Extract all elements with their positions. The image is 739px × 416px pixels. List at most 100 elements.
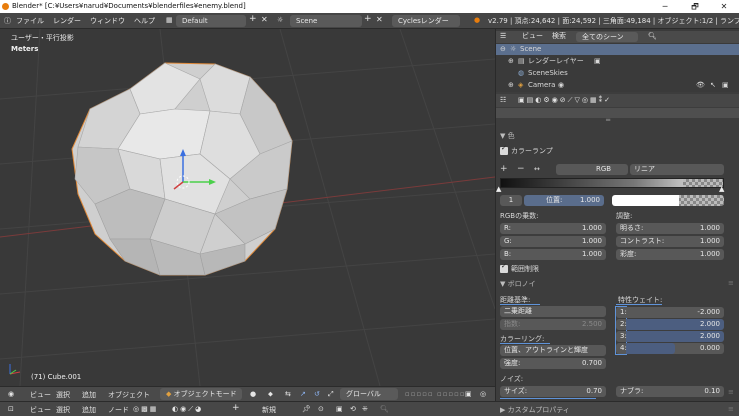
snap-node-icon[interactable]: ⁜ bbox=[362, 405, 368, 413]
ramp-stop-left[interactable]: ▲ bbox=[496, 185, 501, 193]
clamp-checkbox[interactable]: 範囲制限 bbox=[500, 262, 539, 274]
menu-window[interactable]: ウィンドウ bbox=[90, 16, 125, 26]
scale-icon[interactable]: ⤢ bbox=[328, 390, 334, 399]
size-field[interactable]: サイズ: 0.70 bbox=[500, 386, 606, 397]
ramp-remove-button[interactable]: − bbox=[517, 164, 525, 174]
outliner-search-menu[interactable]: 検索 bbox=[552, 31, 566, 42]
ramp-interp-select[interactable]: リニア bbox=[630, 164, 724, 175]
node-menu-add[interactable]: 追加 bbox=[82, 405, 96, 415]
outliner-filter-select[interactable]: 全てのシーン bbox=[576, 32, 638, 42]
scene-icon[interactable]: ☼ bbox=[277, 16, 283, 24]
stop-index-field[interactable]: 1 bbox=[500, 195, 522, 206]
select-arrow-icon[interactable]: ↖ bbox=[710, 80, 716, 91]
layout-field[interactable]: Default bbox=[176, 15, 246, 27]
close-button[interactable]: ✕ bbox=[709, 0, 739, 13]
ramp-add-button[interactable]: + bbox=[500, 164, 508, 174]
panel-grip-icon[interactable]: ≡ bbox=[728, 388, 734, 396]
menu-render[interactable]: レンダー bbox=[53, 16, 81, 26]
menu-file[interactable]: ファイル bbox=[16, 16, 44, 26]
outliner-item-scene[interactable]: ⊖ ☼ Scene bbox=[496, 44, 739, 55]
add-layout-button[interactable]: + bbox=[249, 14, 257, 24]
editor-type-icon[interactable]: ◉ bbox=[8, 390, 14, 398]
link-icon[interactable]: ⟲ bbox=[350, 405, 356, 413]
coloring-select[interactable]: 位置、アウトラインと輝度 bbox=[500, 345, 606, 356]
distance-select[interactable]: 二乗距離 bbox=[500, 306, 606, 317]
layout-icon[interactable]: ▦ bbox=[166, 16, 173, 24]
orientation-select[interactable]: グローバル bbox=[340, 388, 398, 400]
position-field[interactable]: 位置: 1.000 bbox=[524, 195, 604, 206]
context-tabs-icons[interactable]: ▣▤◐⚙◉⊘⟋▽◎▦⁑✓ bbox=[518, 95, 612, 106]
ramp-flip-button[interactable]: ↔ bbox=[534, 165, 540, 173]
exponent-field[interactable]: 指数: 2.500 bbox=[500, 319, 606, 330]
expand-icon[interactable]: ⊕ bbox=[508, 56, 514, 67]
shader-type-icons[interactable]: ◐◉⟋◕ bbox=[172, 405, 203, 414]
outliner-view-menu[interactable]: ビュー bbox=[522, 31, 543, 42]
translate-icon[interactable]: ↗ bbox=[300, 390, 306, 398]
brightness-field[interactable]: 明るさ: 1.000 bbox=[616, 223, 724, 234]
feature-weight-1-field[interactable]: 1: -2.000 bbox=[616, 307, 724, 318]
contrast-field[interactable]: コントラスト: 1.000 bbox=[616, 236, 724, 247]
panel-grip-icon[interactable]: ≡ bbox=[728, 405, 734, 413]
remove-layout-button[interactable]: ✕ bbox=[261, 15, 268, 24]
menu-select[interactable]: 選択 bbox=[56, 390, 70, 400]
node-menu-view[interactable]: ビュー bbox=[30, 405, 51, 415]
intensity-field[interactable]: 強度: 0.700 bbox=[500, 358, 606, 369]
outliner-item-sceneskies[interactable]: ◍ SceneSkies bbox=[496, 68, 739, 79]
minimize-button[interactable]: ─ bbox=[650, 0, 680, 13]
mode-select[interactable]: ◆ オブジェクトモード bbox=[160, 388, 242, 400]
maximize-button[interactable]: 🗗 bbox=[680, 0, 710, 13]
stop-color-swatch[interactable] bbox=[612, 195, 724, 206]
pin-icon[interactable]: 📌︎ bbox=[302, 405, 311, 413]
menu-view[interactable]: ビュー bbox=[30, 390, 51, 400]
layers-grid[interactable]: ▫▫▫▫▫ ▫▫▫▫▫ bbox=[405, 390, 466, 398]
r-field[interactable]: R: 1.000 bbox=[500, 223, 606, 234]
new-texture-button[interactable]: 新規 bbox=[262, 405, 276, 415]
editor-type-icon[interactable]: ⓘ bbox=[4, 16, 11, 26]
feature-weight-3-field[interactable]: 3: 2.000 bbox=[616, 331, 724, 342]
viewport-canvas[interactable] bbox=[0, 29, 495, 386]
outliner-item-render-layers[interactable]: ⊕ ▤ レンダーレイヤー ▣ bbox=[496, 56, 739, 67]
pivot-icon[interactable]: ⬥ bbox=[268, 390, 273, 399]
node-menu-select[interactable]: 選択 bbox=[56, 405, 70, 415]
backdrop-icon[interactable]: ▣ bbox=[336, 405, 343, 413]
3d-viewport[interactable]: ユーザー・平行投影 Meters (71) Cube.001 bbox=[0, 29, 495, 386]
feature-weight-4-field[interactable]: 4: 0.000 bbox=[616, 343, 724, 354]
snap-icon[interactable]: ⊙ bbox=[318, 405, 324, 413]
expand-icon[interactable]: ⊕ bbox=[508, 80, 514, 91]
nabla-field[interactable]: ナブラ: 0.10 bbox=[616, 386, 724, 397]
properties-editor-icon[interactable]: ☷ bbox=[500, 95, 506, 106]
voronoi-panel-header[interactable]: ▼ ボロノイ bbox=[500, 279, 536, 289]
remove-scene-button[interactable]: ✕ bbox=[376, 15, 383, 24]
node-tree-type-icons[interactable]: ◎▩▦ bbox=[133, 405, 158, 413]
outliner-editor-icon[interactable]: ☰ bbox=[500, 31, 506, 42]
ramp-mode-select[interactable]: RGB bbox=[556, 164, 628, 175]
g-field[interactable]: G: 1.000 bbox=[500, 236, 606, 247]
render-camera-icon[interactable]: ▣ bbox=[722, 80, 729, 91]
ramp-stop-right[interactable]: ▲ bbox=[719, 185, 724, 193]
shading-icon[interactable]: ● bbox=[250, 390, 256, 398]
lock-icon[interactable]: ◎ bbox=[480, 390, 486, 398]
node-editor-type-icon[interactable]: ⊡ bbox=[8, 405, 14, 413]
render-icon[interactable]: ▣ bbox=[465, 390, 472, 398]
color-ramp-gradient[interactable] bbox=[500, 178, 724, 188]
panel-grip-icon[interactable]: ≡ bbox=[728, 279, 734, 287]
drag-handle-icon[interactable]: ═ bbox=[606, 116, 610, 124]
scene-field[interactable]: Scene bbox=[290, 15, 362, 27]
feature-weight-2-field[interactable]: 2: 2.000 bbox=[616, 319, 724, 330]
zoom-icon[interactable]: 🔍︎ bbox=[380, 405, 389, 413]
b-field[interactable]: B: 1.000 bbox=[500, 249, 606, 260]
colorramp-checkbox[interactable]: カラーランプ bbox=[500, 144, 553, 156]
add-node-button[interactable]: + bbox=[232, 403, 240, 413]
manipulator-icon[interactable]: ⇆ bbox=[285, 390, 291, 398]
custom-props-header[interactable]: ▶ カスタムプロパティ bbox=[500, 405, 570, 415]
render-engine-select[interactable]: Cyclesレンダー bbox=[392, 15, 460, 27]
add-scene-button[interactable]: + bbox=[364, 14, 372, 24]
visibility-eye-icon[interactable]: 👁︎ bbox=[696, 80, 705, 91]
expand-icon[interactable]: ⊖ bbox=[500, 44, 506, 55]
saturation-field[interactable]: 彩度: 1.000 bbox=[616, 249, 724, 260]
search-icon[interactable]: 🔍︎ bbox=[648, 31, 657, 42]
menu-help[interactable]: ヘルプ bbox=[134, 16, 155, 26]
menu-add[interactable]: 追加 bbox=[82, 390, 96, 400]
rotate-icon[interactable]: ↺ bbox=[314, 390, 320, 398]
outliner-item-camera[interactable]: ⊕ ◈ Camera ◉ 👁︎ ↖ ▣ bbox=[496, 80, 739, 91]
